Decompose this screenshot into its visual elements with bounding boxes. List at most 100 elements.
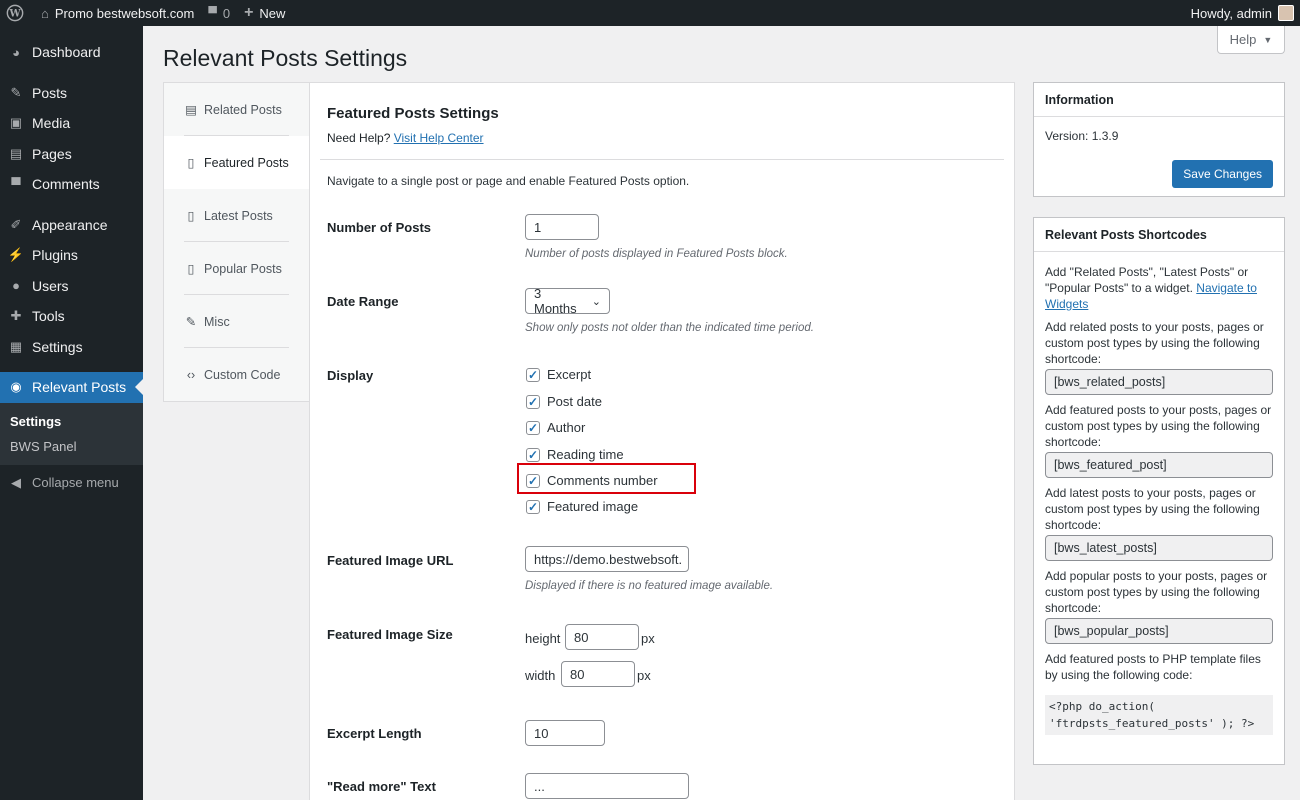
tab-related-posts[interactable]: ▤ Related Posts <box>164 83 309 136</box>
menu-item-tools[interactable]: ✚ Tools <box>0 301 143 332</box>
latest-shortcode-field[interactable]: [bws_latest_posts] <box>1045 535 1273 561</box>
section-title: Featured Posts Settings <box>327 105 499 122</box>
save-changes-button[interactable]: Save Changes <box>1172 160 1273 188</box>
bws-icon: ◉ <box>10 379 22 395</box>
menu-item-posts[interactable]: ✎ Posts <box>0 78 143 109</box>
menu-item-dashboard[interactable]: ◕ Dashboard <box>0 37 143 68</box>
option-label: Post date <box>547 394 602 409</box>
svg-text:W: W <box>8 9 21 20</box>
tab-latest-posts[interactable]: ▯ Latest Posts <box>164 189 309 242</box>
checkbox-checked-icon[interactable]: ✓ <box>526 447 540 462</box>
checkbox-checked-icon[interactable]: ✓ <box>526 367 540 382</box>
brush-icon: ✐ <box>10 216 22 232</box>
checkbox-checked-icon[interactable]: ✓ <box>526 499 540 514</box>
help-label: Help <box>1229 32 1257 47</box>
menu-label: Users <box>32 277 69 294</box>
new-content-link[interactable]: + New <box>237 0 292 26</box>
tab-popular-posts[interactable]: ▯ Popular Posts <box>164 242 309 295</box>
shortcodes-title: Relevant Posts Shortcodes <box>1034 218 1284 252</box>
submenu-item-bws-panel[interactable]: BWS Panel <box>0 434 143 459</box>
media-icon: ▣ <box>9 115 23 131</box>
excerpt-length-input[interactable]: 10 <box>525 720 605 746</box>
tab-custom-code[interactable]: ‹› Custom Code <box>164 348 309 401</box>
tab-label: Latest Posts <box>204 208 273 223</box>
menu-label: Posts <box>32 84 68 101</box>
related-shortcode-field[interactable]: [bws_related_posts] <box>1045 369 1273 395</box>
number-of-posts-input[interactable]: 1 <box>525 214 599 240</box>
collapse-menu-button[interactable]: ◀ Collapse menu <box>0 468 143 499</box>
need-help: Need Help? Visit Help Center <box>327 131 484 145</box>
featured-shortcode-field[interactable]: [bws_featured_post] <box>1045 452 1273 478</box>
wordpress-logo-icon[interactable]: W <box>0 0 34 26</box>
date-range-label: Date Range <box>327 294 399 309</box>
tab-misc[interactable]: ✎ Misc <box>164 295 309 348</box>
number-of-posts-desc: Number of posts displayed in Featured Po… <box>525 248 788 260</box>
latest-shortcode-text: Add latest posts to your posts, pages or… <box>1045 486 1260 532</box>
menu-label: Pages <box>32 145 72 162</box>
highlight-box <box>517 463 696 494</box>
popular-shortcode-field[interactable]: [bws_popular_posts] <box>1045 618 1273 644</box>
user-icon: ● <box>12 278 20 294</box>
menu-item-pages[interactable]: ▤ Pages <box>0 139 143 170</box>
help-center-link[interactable]: Visit Help Center <box>394 131 484 145</box>
menu-label: Relevant Posts <box>32 379 127 396</box>
help-button[interactable]: Help ▼ <box>1217 26 1285 54</box>
widget-intro: Add "Related Posts", "Latest Posts" or "… <box>1045 264 1273 312</box>
tab-label: Misc <box>204 314 230 329</box>
tab-featured-posts[interactable]: ▯ Featured Posts <box>164 136 310 189</box>
option-label: Excerpt <box>547 367 592 382</box>
pages-icon: ▤ <box>9 145 23 161</box>
date-range-value: 3 Months <box>534 286 577 316</box>
wrench-icon: ✚ <box>10 308 22 324</box>
menu-label: Media <box>32 115 71 132</box>
menu-label: Comments <box>32 176 100 193</box>
site-name-link[interactable]: ⌂ Promo bestwebsoft.com <box>34 0 201 26</box>
menu-item-relevant-posts[interactable]: ◉ Relevant Posts <box>0 372 143 403</box>
menu-item-comments[interactable]: ▀ Comments <box>0 169 143 200</box>
caret-down-icon: ▼ <box>1263 34 1273 45</box>
plus-icon: + <box>244 4 254 21</box>
menu-item-settings[interactable]: ▦ Settings <box>0 332 143 363</box>
menu-label: Plugins <box>32 247 78 264</box>
comments-link[interactable]: ▀ 0 <box>201 0 237 26</box>
display-option-reading-time[interactable]: ✓ Reading time <box>526 447 624 462</box>
width-label: width <box>525 668 556 683</box>
featured-posts-panel: Featured Posts Settings Need Help? Visit… <box>309 82 1015 800</box>
read-more-input[interactable]: ... <box>525 773 689 799</box>
related-shortcode-text: Add related posts to your posts, pages o… <box>1045 320 1264 366</box>
admin-bar: W ⌂ Promo bestwebsoft.com ▀ 0 + New Howd… <box>0 0 1300 26</box>
intro-text: Navigate to a single post or page and en… <box>327 174 690 188</box>
featured-image-url-desc: Displayed if there is no featured image … <box>525 580 774 592</box>
display-option-author[interactable]: ✓ Author <box>526 420 585 435</box>
shortcodes-box: Relevant Posts Shortcodes Add "Related P… <box>1033 217 1285 765</box>
height-unit: px <box>641 631 655 646</box>
wrench-icon: ✎ <box>185 315 197 329</box>
checkbox-checked-icon[interactable]: ✓ <box>526 394 540 409</box>
menu-item-media[interactable]: ▣ Media <box>0 108 143 139</box>
chevron-down-icon: ⌄ <box>591 295 601 308</box>
checkbox-checked-icon[interactable]: ✓ <box>526 420 540 435</box>
avatar <box>1278 5 1294 21</box>
submenu-item-settings[interactable]: Settings <box>0 409 143 434</box>
display-option-excerpt[interactable]: ✓ Excerpt <box>526 367 591 382</box>
option-label: Author <box>547 420 586 435</box>
height-label: height <box>525 631 561 646</box>
relevant-posts-submenu: Settings BWS Panel <box>0 402 143 465</box>
menu-item-plugins[interactable]: ⚡ Plugins <box>0 240 143 271</box>
height-input[interactable]: 80 <box>565 624 639 650</box>
featured-image-url-input[interactable]: https://demo.bestwebsoft. <box>525 546 689 572</box>
number-of-posts-label: Number of Posts <box>327 220 432 235</box>
display-option-featured-image[interactable]: ✓ Featured image <box>526 499 638 514</box>
menu-item-users[interactable]: ● Users <box>0 271 143 302</box>
menu-item-appearance[interactable]: ✐ Appearance <box>0 210 143 241</box>
menu-label: Dashboard <box>32 44 101 61</box>
width-input[interactable]: 80 <box>561 661 635 687</box>
date-range-select[interactable]: 3 Months ⌄ <box>525 286 610 316</box>
php-code-text: Add featured posts to PHP template files… <box>1045 652 1261 682</box>
comments-count: 0 <box>222 5 231 21</box>
display-option-post-date[interactable]: ✓ Post date <box>526 394 602 409</box>
featured-shortcode-text: Add featured posts to your posts, pages … <box>1045 403 1272 449</box>
account-link[interactable]: Howdy, admin <box>1184 0 1296 26</box>
plugin-icon: ⚡ <box>7 247 25 263</box>
information-title: Information <box>1034 83 1284 117</box>
